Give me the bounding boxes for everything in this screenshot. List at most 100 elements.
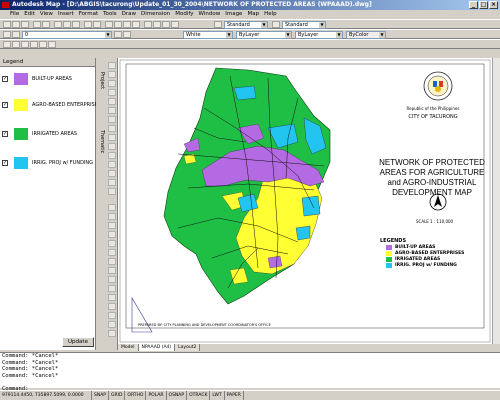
save-icon[interactable] (21, 21, 29, 28)
drawing-canvas[interactable]: Republic of the Philippines CITY OF TACU… (118, 58, 492, 344)
properties-icon[interactable] (144, 21, 152, 28)
legend-item[interactable]: ✓ AGRO-BASED ENTERPRISE (2, 99, 98, 111)
command-window[interactable]: Command: *Cancel* Command: *Cancel* Comm… (0, 352, 500, 392)
menu-insert[interactable]: Insert (58, 10, 74, 19)
layer-previous-icon[interactable] (123, 31, 131, 38)
stretch-icon[interactable] (108, 276, 116, 283)
chamfer-icon[interactable] (108, 312, 116, 319)
zoom-realtime-icon[interactable] (114, 21, 122, 28)
polygon-icon[interactable] (108, 89, 116, 96)
osnap-toggle[interactable]: OSNAP (167, 391, 188, 400)
close-button[interactable]: × (489, 1, 498, 9)
polyline-icon[interactable] (108, 80, 116, 87)
layer-state-icon[interactable] (12, 31, 20, 38)
ellipse-icon[interactable] (108, 134, 116, 141)
menu-draw[interactable]: Draw (122, 10, 136, 19)
legend-item[interactable]: ✓ BUILT-UP AREAS (2, 73, 94, 85)
preview-icon[interactable] (42, 21, 50, 28)
redo-icon[interactable] (93, 21, 101, 28)
snap-toggle[interactable]: SNAP (92, 391, 110, 400)
tab-layout2[interactable]: Layout2 (175, 344, 201, 351)
undo-icon[interactable] (84, 21, 92, 28)
minimize-button[interactable]: _ (469, 1, 478, 9)
mirror-icon[interactable] (108, 222, 116, 229)
circle-icon[interactable] (108, 116, 116, 123)
line-icon[interactable] (108, 62, 116, 69)
map-query-icon[interactable] (12, 41, 20, 48)
break-icon[interactable] (108, 303, 116, 310)
vertical-scrollbar[interactable] (492, 58, 500, 344)
menu-file[interactable]: File (10, 10, 19, 19)
plot-style-select[interactable]: ByColor ▼ (346, 31, 386, 39)
menu-modify[interactable]: Modify (175, 10, 193, 19)
legend-item[interactable]: ✓ IRRIG. PROJ w/ FUNDING (2, 157, 94, 169)
rotate-icon[interactable] (108, 258, 116, 265)
map-attach-icon[interactable] (21, 41, 29, 48)
ortho-toggle[interactable]: ORTHO (125, 391, 147, 400)
extend-icon[interactable] (108, 294, 116, 301)
cut-icon[interactable] (54, 21, 62, 28)
rectangle-icon[interactable] (108, 98, 116, 105)
region-icon[interactable] (108, 179, 116, 186)
checkbox-icon[interactable]: ✓ (2, 102, 8, 108)
map-theme-icon[interactable] (39, 41, 47, 48)
make-current-icon[interactable] (114, 31, 122, 38)
menu-dimension[interactable]: Dimension (141, 10, 170, 19)
pan-icon[interactable] (105, 21, 113, 28)
maximize-button[interactable]: □ (479, 1, 488, 9)
point-icon[interactable] (108, 161, 116, 168)
menu-help[interactable]: Help (264, 10, 277, 19)
polar-toggle[interactable]: POLAR (146, 391, 167, 400)
print-icon[interactable] (33, 21, 41, 28)
erase-icon[interactable] (108, 204, 116, 211)
map-tool-icon[interactable] (3, 41, 11, 48)
copy-object-icon[interactable] (108, 213, 116, 220)
zoom-window-icon[interactable] (123, 21, 131, 28)
checkbox-icon[interactable]: ✓ (2, 160, 8, 166)
arc-icon[interactable] (108, 107, 116, 114)
checkbox-icon[interactable]: ✓ (2, 131, 8, 137)
hatch-icon[interactable] (108, 170, 116, 177)
construction-line-icon[interactable] (108, 71, 116, 78)
paste-icon[interactable] (72, 21, 80, 28)
zoom-previous-icon[interactable] (132, 21, 140, 28)
lwt-toggle[interactable]: LWT (210, 391, 225, 400)
menu-view[interactable]: View (40, 10, 53, 19)
new-icon[interactable] (3, 21, 11, 28)
menu-edit[interactable]: Edit (24, 10, 35, 19)
menu-window[interactable]: Window (199, 10, 221, 19)
mtext-icon[interactable] (108, 188, 116, 195)
make-block-icon[interactable] (108, 152, 116, 159)
layer-manager-icon[interactable] (3, 31, 11, 38)
menu-map[interactable]: Map (247, 10, 259, 19)
checkbox-icon[interactable]: ✓ (2, 76, 8, 82)
copy-icon[interactable] (63, 21, 71, 28)
scale-icon[interactable] (108, 267, 116, 274)
grid-toggle[interactable]: GRID (109, 391, 126, 400)
lineweight-select[interactable]: ByLayer ▼ (295, 31, 343, 39)
text-style-select[interactable]: Standard ▼ (224, 21, 268, 29)
design-center-icon[interactable] (153, 21, 161, 28)
map-topology-icon[interactable] (30, 41, 38, 48)
menu-image[interactable]: Image (225, 10, 242, 19)
spline-icon[interactable] (108, 125, 116, 132)
tab-project[interactable]: Project (97, 72, 105, 89)
help-icon[interactable] (171, 21, 179, 28)
menu-format[interactable]: Format (79, 10, 98, 19)
dim-style-select[interactable]: Standard ▼ (282, 21, 326, 29)
array-icon[interactable] (108, 240, 116, 247)
explode-icon[interactable] (108, 330, 116, 337)
legend-item[interactable]: ✓ IRRIGATED AREAS (2, 128, 94, 140)
fillet-icon[interactable] (108, 321, 116, 328)
tab-layout-npaaad[interactable]: NPAAAD (A4) (138, 344, 176, 351)
otrack-toggle[interactable]: OTRACK (187, 391, 211, 400)
trim-icon[interactable] (108, 285, 116, 292)
color-select[interactable]: White ▼ (183, 31, 233, 39)
map-export-icon[interactable] (48, 41, 56, 48)
insert-block-icon[interactable] (108, 143, 116, 150)
layer-select[interactable]: 0 ▼ (22, 31, 112, 39)
open-icon[interactable] (12, 21, 20, 28)
move-icon[interactable] (108, 249, 116, 256)
offset-icon[interactable] (108, 231, 116, 238)
linetype-select[interactable]: ByLayer ▼ (236, 31, 292, 39)
